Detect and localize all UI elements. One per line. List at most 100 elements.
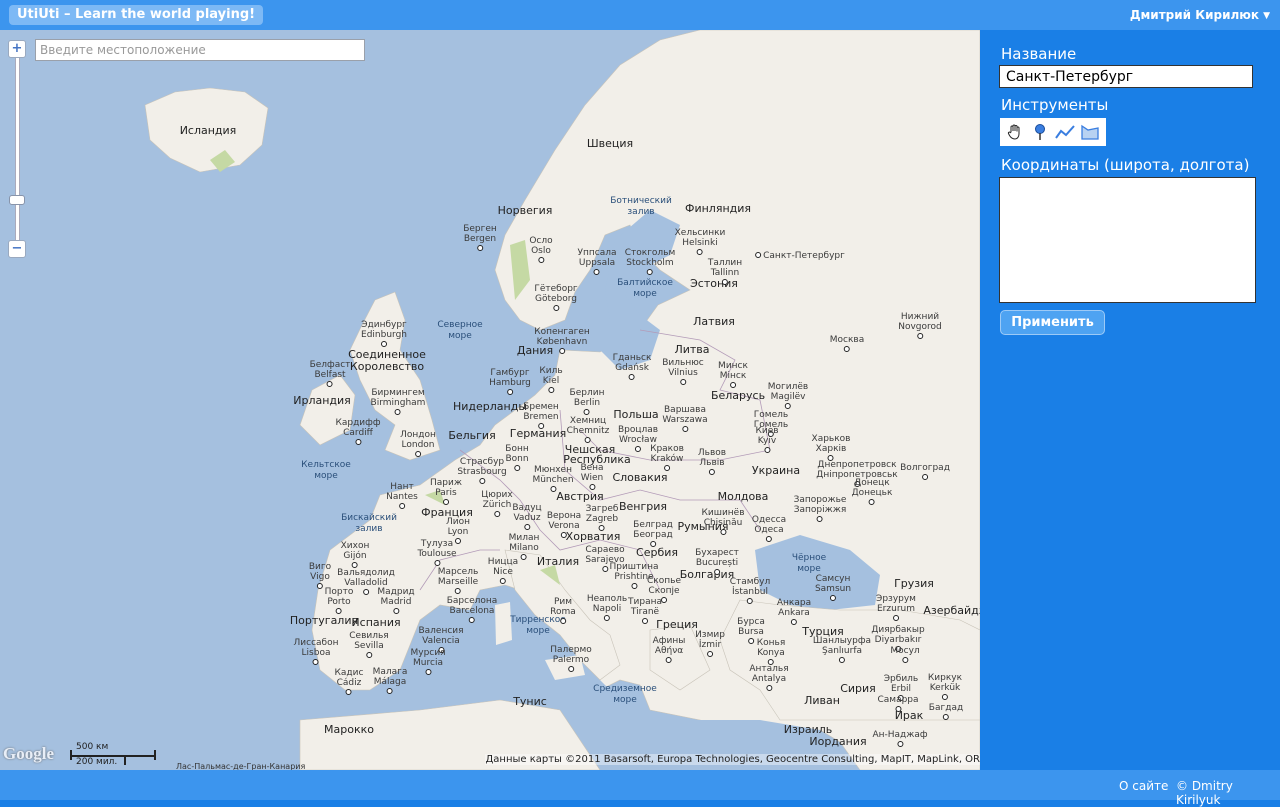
city-marker[interactable]: Бонн Bonn [505,444,529,471]
city-marker[interactable]: Багдад [929,703,963,720]
city-marker[interactable]: Лондон London [400,430,436,457]
city-marker[interactable]: Цюрих Zürich [481,490,513,517]
chevron-down-icon[interactable]: ▼ [1263,11,1270,21]
city-marker[interactable]: Гданьск Gdańsk [613,353,651,380]
city-marker[interactable]: Малага Málaga [373,667,407,694]
city-marker[interactable]: Париж Paris [430,478,462,505]
location-search-input[interactable]: Введите местоположение [35,39,365,61]
user-menu[interactable]: Дмитрий Кирилюк ▼ [1130,8,1270,22]
city-marker[interactable]: Страсбур Strasbourg [457,457,507,484]
city-marker[interactable]: Вадуц Vaduz [512,503,542,530]
city-marker[interactable]: Кишинёв Chișinău [701,508,745,535]
city-marker[interactable]: Белфаст Belfast [310,360,350,387]
city-marker[interactable]: Киев Kyiv [755,426,779,453]
about-link[interactable]: О сайте [1119,779,1168,793]
city-marker[interactable]: Берлин Berlin [570,388,604,415]
zoom-slider-track[interactable] [15,58,20,242]
city-marker[interactable]: Мосул [890,646,920,663]
city-marker[interactable]: Самарра [877,695,919,712]
city-marker[interactable]: Виго Vigo [309,562,331,589]
copyright-link[interactable]: © Dmitry Kirilyuk [1176,779,1280,807]
polygon-icon[interactable] [1077,120,1102,144]
app-title[interactable]: UtiUti – Learn the world playing! [9,5,264,25]
city-marker[interactable]: Одесса Одеса [752,515,786,542]
city-marker[interactable]: Копенгаген København [534,327,590,354]
city-marker[interactable]: Мюнхен München [532,465,574,492]
city-marker[interactable]: Милан Milano [509,533,539,560]
city-marker[interactable]: Афины Αθήνα [653,636,685,663]
city-marker[interactable]: Неаполь Napoli [587,594,627,621]
city-marker[interactable]: Гамбург Hamburg [489,368,531,395]
city-marker[interactable]: Белград Београд [633,520,673,547]
city-marker[interactable]: Харьков Харків [812,434,850,461]
city-marker[interactable]: Кадис Cádiz [335,668,363,695]
apply-button[interactable]: Применить [1000,310,1105,335]
coords-textarea[interactable] [999,177,1256,303]
city-marker[interactable]: Бухарест București [695,548,739,575]
city-marker[interactable]: Бремен Bremen [523,402,559,429]
city-marker[interactable]: Севилья Sevilla [349,631,389,658]
city-marker[interactable]: Нант Nantes [386,482,418,509]
city-marker[interactable]: Мадрид Madrid [377,587,415,614]
zoom-out-button[interactable]: − [8,240,26,258]
city-marker[interactable]: Гётеборг Göteborg [534,284,578,311]
city-marker[interactable]: Рим Roma [550,597,576,624]
user-name[interactable]: Дмитрий Кирилюк [1130,8,1259,22]
city-marker[interactable]: Марсель Marseille [438,567,478,594]
google-logo[interactable]: Google [3,744,54,764]
city-marker[interactable]: Киль Kiel [539,366,563,393]
map-attribution[interactable]: Данные карты ©2011 Basarsoft, Europa Tec… [485,754,980,765]
country-label: Марокко [324,723,374,736]
city-marker[interactable]: Волгоград [900,463,950,480]
city-marker[interactable]: Анталья Antalya [749,664,789,691]
polyline-icon[interactable] [1052,120,1077,144]
city-marker[interactable]: Киркук Kerkük [928,673,962,700]
city-marker[interactable]: Измир İzmir [695,630,725,657]
city-marker[interactable]: Бирмингем Birmingham [371,388,425,415]
city-marker[interactable]: Палермо Palermo [550,645,592,672]
city-marker[interactable]: Эдинбург Edinburgh [361,320,407,347]
city-marker[interactable]: Москва [830,335,864,352]
zoom-slider-thumb[interactable] [9,195,25,205]
city-marker[interactable]: Хихон Gijón [341,541,369,568]
city-marker[interactable]: Барселона Barcelona [447,596,497,623]
city-marker[interactable]: Хельсинки Helsinki [675,228,725,255]
city-marker[interactable]: Стокгольм Stockholm [625,248,675,275]
zoom-in-button[interactable]: + [8,40,26,58]
city-marker[interactable]: Верона Verona [547,511,581,538]
city-marker[interactable]: Стамбул İstanbul [730,577,770,604]
city-marker[interactable]: Лиссабон Lisboa [294,638,338,665]
city-marker[interactable]: Мурсия Murcia [410,648,446,675]
city-marker[interactable]: Берген Bergen [463,224,497,251]
city-marker[interactable]: Эрзурум Erzurum [876,594,916,621]
city-marker[interactable]: Краков Kraków [650,444,684,471]
city-marker[interactable]: Запорожье Запоріжжя [794,495,846,522]
city-marker[interactable]: Тирана Tiranë [628,597,662,624]
city-marker[interactable]: Варшава Warszawa [662,405,708,432]
city-marker[interactable]: Самсун Samsun [815,574,851,601]
city-marker[interactable]: Вильнюс Vilnius [662,358,704,385]
city-marker[interactable]: Нижний Novgorod [898,312,942,339]
city-marker[interactable]: Загреб Zagreb [586,504,618,531]
city-marker[interactable]: Таллин Tallinn [708,258,742,285]
city-marker[interactable]: Анкара Ankara [777,598,811,625]
city-marker[interactable]: Конья Konya [757,638,785,665]
city-marker[interactable]: Донецк Донецьк [852,478,892,505]
marker-icon[interactable] [1027,120,1052,144]
city-marker[interactable]: Ницца Nice [488,557,518,584]
city-marker[interactable]: Хемниц Chemnitz [567,416,609,443]
city-marker[interactable]: Минск Мінск [718,361,748,388]
city-marker[interactable]: Шанлыурфа Şanlıurfa [813,636,871,663]
city-marker[interactable]: Осло Oslo [529,236,553,263]
city-marker[interactable]: Тулуза Toulouse [417,539,457,566]
hand-icon[interactable] [1002,120,1027,144]
city-marker[interactable]: Порто Porto [325,587,353,614]
name-input[interactable]: Санкт-Петербург [999,65,1253,88]
city-marker[interactable]: Кардифф Cardiff [335,418,381,445]
city-marker[interactable]: Уппсала Uppsala [578,248,616,275]
city-marker[interactable]: Львов Львів [698,448,726,475]
map-canvas[interactable]: + − Введите местоположение Исландия Швец… [0,30,980,770]
city-marker[interactable]: Вена Wien [580,463,604,490]
city-marker[interactable]: Могилёв Magilёv [768,382,808,409]
city-marker[interactable]: Санкт-Петербург [755,251,845,261]
